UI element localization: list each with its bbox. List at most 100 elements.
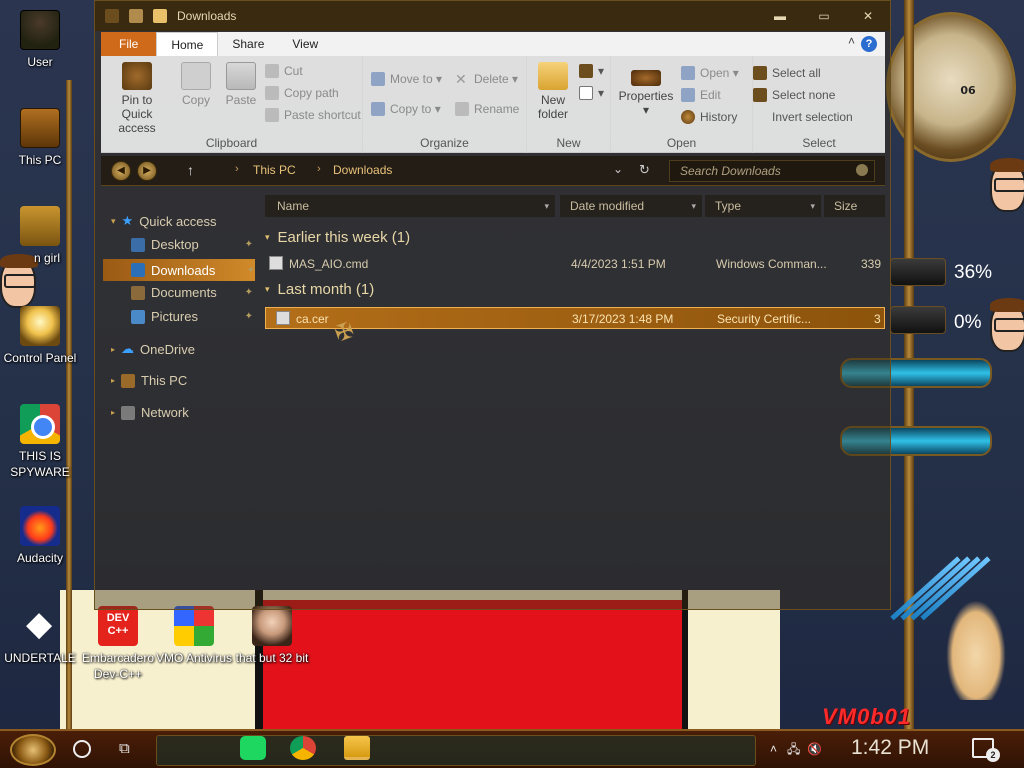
refresh-icon[interactable]: ↻ [639,162,650,178]
nav-this-pc[interactable]: ▸ This PC [111,373,187,388]
select-none-button[interactable]: Select none [753,88,835,102]
column-header-name[interactable]: Name ▾ [265,195,555,217]
maximize-button[interactable]: ▭ [802,1,846,31]
rename-button[interactable]: Rename [455,102,519,116]
breadcrumb-downloads[interactable]: Downloads [333,163,392,177]
properties-quick-icon[interactable] [129,9,143,23]
group-organize: Move to ▾ Copy to ▾ ✕ Delete ▾ Rename Or… [363,56,527,153]
desktop-icon [131,237,145,252]
group-clipboard: Pin to Quick access Copy Paste Cut Copy … [101,56,363,153]
copy-button[interactable]: Copy [175,62,217,107]
chevron-down-icon: ▾ [265,232,270,242]
nav-documents[interactable]: Documents ✦ [131,285,253,300]
desktop-icon-this-pc[interactable]: This PC [0,108,80,168]
help-icon[interactable]: ? [861,36,877,52]
scissors-icon [265,64,279,78]
search-input[interactable]: Search Downloads [669,160,875,182]
desktop-icon-label: This PC [18,153,62,167]
cloud-icon: ☁ [121,341,135,356]
select-all-icon [753,66,767,80]
properties-icon [631,70,661,86]
desktop-icon-user[interactable]: User [0,10,80,70]
select-all-button[interactable]: Select all [753,66,821,80]
pin-quick-access-button[interactable]: Pin to Quick access [105,62,169,135]
desktop-icon-label: VMO Antivirus [155,651,233,665]
nav-desktop[interactable]: Desktop ✦ [131,237,253,252]
forward-button[interactable]: ▶ [137,161,157,181]
move-to-button[interactable]: Move to ▾ [371,72,442,86]
window-app-icon [105,9,119,23]
search-circle-icon[interactable] [73,740,91,758]
ribbon: Pin to Quick access Copy Paste Cut Copy … [101,56,885,153]
new-folder-button[interactable]: New folder [531,62,575,121]
invert-selection-button[interactable]: Invert selection [753,110,853,124]
nav-quick-access[interactable]: ▾ ★ Quick access [111,213,217,229]
taskbar: ⧉ ˄ 🖧 🔇 1:42 PM 2 [0,729,1024,768]
chevron-right-icon[interactable]: › [317,163,321,175]
desktop-icon-32bit[interactable]: that but 32 bit [232,606,312,666]
taskbar-app-file-explorer[interactable] [344,736,370,760]
tab-share[interactable]: Share [218,32,278,56]
start-button[interactable] [10,734,56,766]
easy-access-icon [579,86,593,100]
chevron-down-icon[interactable]: ⌄ [613,162,623,176]
system-tray[interactable]: ˄ 🖧 🔇 [770,740,822,761]
desktop-icon-chrome[interactable]: THIS IS SPYWARE [0,404,80,480]
taskbar-app-chrome[interactable] [290,736,316,760]
history-button[interactable]: History [681,110,737,124]
copy-to-icon [371,102,385,116]
navigation-bar: ◀ ▶ ↑ › This PC › Downloads ⌄ ↻ Search D… [101,156,885,186]
group-header[interactable]: ▾ Last month (1) [265,281,374,298]
desktop-icon-audacity[interactable]: Audacity [0,506,80,566]
column-header-type[interactable]: Type ▾ [705,195,821,217]
new-item-button[interactable]: ▾ [579,64,604,78]
desktop-icon-recycle-bin[interactable]: n girl [0,206,80,266]
edit-button[interactable]: Edit [681,88,721,102]
nav-onedrive[interactable]: ▸ ☁ OneDrive [111,341,195,357]
group-header[interactable]: ▾ Earlier this week (1) [265,229,410,246]
up-arrow-icon[interactable]: ↑ [187,162,194,178]
network-icon[interactable]: 🖧 [787,742,800,756]
column-header-date[interactable]: Date modified ▾ [560,195,702,217]
easy-access-button[interactable]: ▾ [579,86,604,100]
chevron-up-icon[interactable]: ˄ [770,742,777,756]
properties-button[interactable]: Properties ▾ [615,70,677,117]
back-button[interactable]: ◀ [111,161,131,181]
desktop-icon-undertale[interactable]: UNDERTALE [0,604,80,666]
audacity-icon [20,506,60,546]
minimize-button[interactable]: ▬ [758,1,802,31]
desktop-icon-label: Control Panel [3,351,77,365]
chevron-up-icon[interactable]: ˄ [848,34,855,48]
desktop-icon-vmo-antivirus[interactable]: VMO Antivirus [154,606,234,666]
history-icon [681,110,695,124]
copy-to-button[interactable]: Copy to ▾ [371,102,441,116]
nav-downloads[interactable]: Downloads ✦ [103,259,255,281]
open-button[interactable]: Open ▾ [681,66,739,80]
copy-path-icon [265,86,279,100]
clock-time[interactable]: 1:42 PM [851,736,929,760]
task-view-icon[interactable]: ⧉ [119,740,139,758]
new-folder-quick-icon[interactable] [153,9,167,23]
taskbar-app-spotify[interactable] [240,736,266,760]
desktop-icon-devcpp[interactable]: DEV C++ Embarcadero Dev-C++ [78,606,158,682]
tab-file[interactable]: File [101,32,157,56]
column-header-size[interactable]: Size [824,195,885,217]
wallpaper-red-shape [262,600,682,730]
close-button[interactable]: ✕ [846,1,890,31]
delete-button[interactable]: ✕ Delete ▾ [455,72,518,86]
volume-muted-icon[interactable]: 🔇 [807,742,822,756]
tab-home[interactable]: Home [156,32,219,56]
pictures-icon [131,309,145,324]
tab-view[interactable]: View [278,32,332,56]
nav-network[interactable]: ▸ Network [111,405,189,420]
file-row[interactable]: MAS_AIO.cmd 4/4/2023 1:51 PM Windows Com… [265,253,885,275]
desktop-icon-control-panel[interactable]: Control Panel [0,306,80,366]
paste-shortcut-button[interactable]: Paste shortcut [265,108,361,122]
devcpp-icon: DEV C++ [98,606,138,646]
cut-button[interactable]: Cut [265,64,303,78]
paste-button[interactable]: Paste [219,62,263,107]
cartoon-face-decoration [990,298,1024,352]
copy-path-button[interactable]: Copy path [265,86,339,100]
breadcrumb-this-pc[interactable]: This PC [253,163,296,177]
nav-pictures[interactable]: Pictures ✦ [131,309,253,324]
